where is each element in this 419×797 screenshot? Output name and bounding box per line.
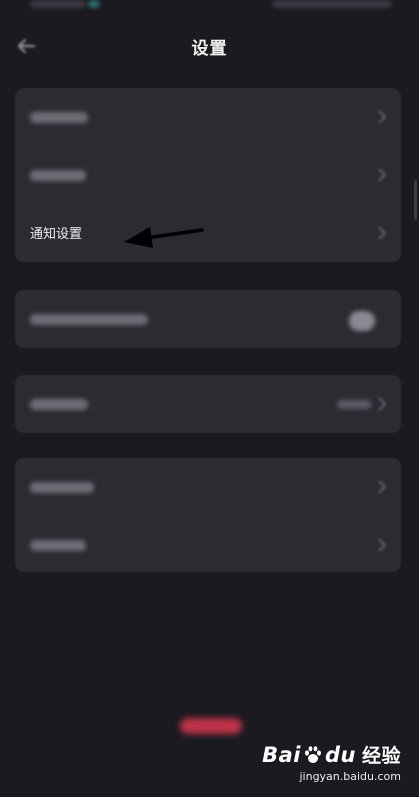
settings-row-4b[interactable] <box>15 516 401 574</box>
status-time <box>30 0 86 8</box>
watermark: Bai du 经验 jingyan.baidu.com <box>262 741 401 784</box>
chevron-right-icon <box>378 480 387 494</box>
chevron-right-icon <box>378 397 387 411</box>
notification-settings-label: 通知设置 <box>30 227 83 242</box>
settings-group-3 <box>15 375 401 433</box>
row-label <box>30 482 94 493</box>
row-label <box>30 170 86 181</box>
status-indicator <box>88 0 100 8</box>
page-title: 设置 <box>191 39 228 59</box>
paw-icon <box>305 745 321 763</box>
notification-settings-row[interactable]: 通知设置 <box>15 204 401 262</box>
header: 设置 <box>0 24 419 68</box>
chevron-right-icon <box>378 538 387 552</box>
row-value <box>337 400 371 409</box>
annotation-arrow-icon <box>124 227 204 248</box>
row-label <box>30 399 88 410</box>
status-icons <box>272 0 392 8</box>
settings-row-toggle[interactable] <box>15 290 401 348</box>
logout-button[interactable] <box>180 718 242 734</box>
settings-group-1: 通知设置 <box>15 88 401 262</box>
chevron-right-icon <box>378 110 387 124</box>
settings-row-2[interactable] <box>15 146 401 204</box>
settings-row-value[interactable] <box>15 375 401 433</box>
watermark-url: jingyan.baidu.com <box>299 770 401 783</box>
status-bar <box>0 0 419 14</box>
settings-row-1[interactable] <box>15 88 401 146</box>
row-label <box>30 540 86 551</box>
toggle-switch[interactable] <box>349 311 375 331</box>
row-label <box>30 314 148 325</box>
row-label <box>30 112 88 123</box>
chevron-right-icon <box>378 226 387 240</box>
settings-row-4a[interactable] <box>15 458 401 516</box>
scrollbar <box>414 180 417 220</box>
chevron-right-icon <box>378 168 387 182</box>
watermark-logo: Bai du 经验 <box>262 742 401 768</box>
settings-group-2 <box>15 290 401 348</box>
settings-group-4 <box>15 458 401 572</box>
